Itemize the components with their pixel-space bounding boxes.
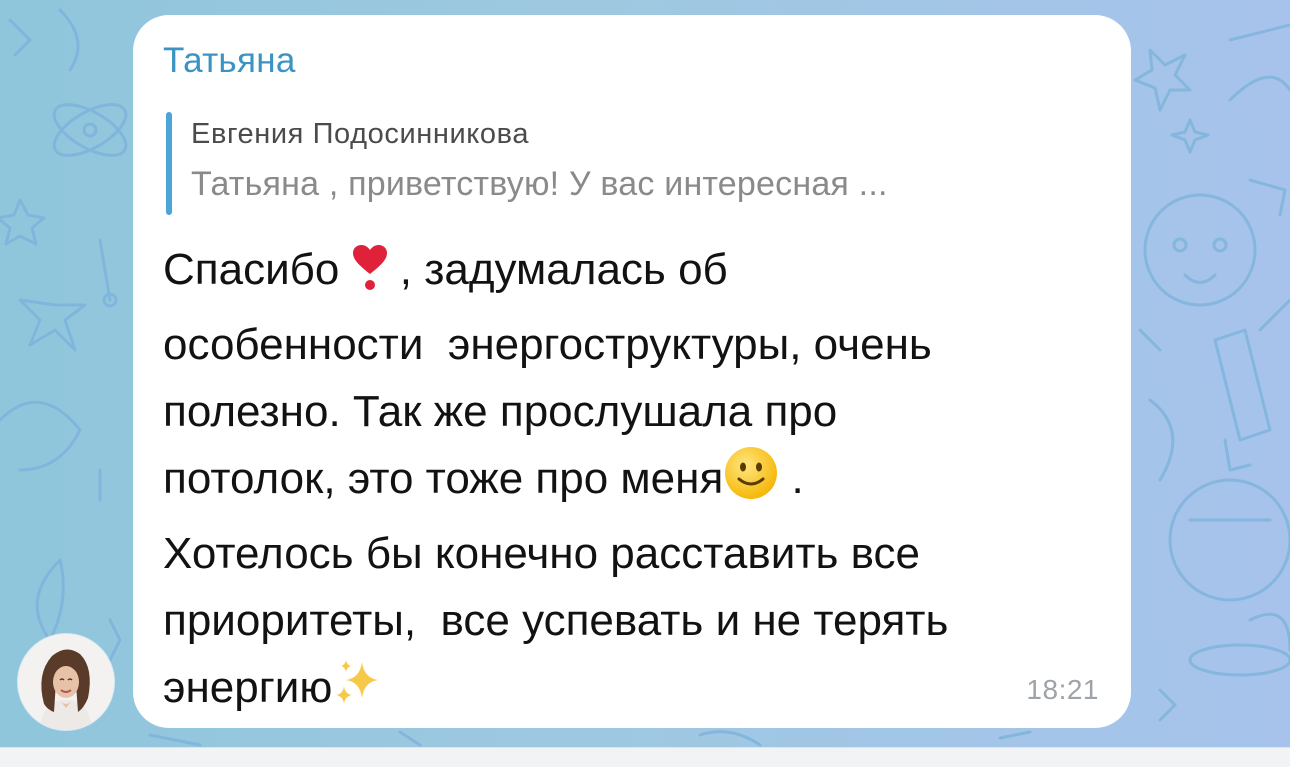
message-text: Спасибо , задумалась об особенности энер…: [163, 236, 1113, 729]
sender-name[interactable]: Татьяна: [163, 41, 296, 81]
message-line: приоритеты, все успевать и не терять: [163, 596, 949, 645]
reply-author: Евгения Подосинникова: [191, 118, 530, 150]
avatar[interactable]: [18, 634, 114, 730]
message-line: особенности энергоструктуры, очень: [163, 320, 932, 369]
sparkles-icon: [332, 656, 386, 729]
message-timestamp: 18:21: [1026, 674, 1099, 705]
reply-snippet: Татьяна , приветствую! У вас интересная …: [191, 165, 888, 203]
message-line: .: [779, 454, 804, 503]
reply-accent-bar: [166, 112, 172, 215]
message-line: Спасибо: [163, 245, 340, 294]
heavy-heart-exclamation-icon: [352, 244, 388, 311]
message-bubble[interactable]: Татьяна Евгения Подосинникова Татьяна , …: [133, 15, 1131, 728]
message-line: Хотелось бы конечно расставить все: [163, 529, 920, 578]
bottom-input-area: [0, 747, 1290, 767]
reply-quote[interactable]: Евгения Подосинникова Татьяна , приветст…: [166, 110, 1086, 215]
slightly-smiling-face-icon: [723, 445, 779, 520]
message-line: энергию: [163, 663, 333, 712]
message-line: , задумалась об: [387, 245, 728, 294]
message-line: полезно. Так же прослушала про: [163, 387, 838, 436]
message-line: потолок, это тоже про меня: [163, 454, 724, 503]
user-avatar-photo: [18, 634, 114, 730]
